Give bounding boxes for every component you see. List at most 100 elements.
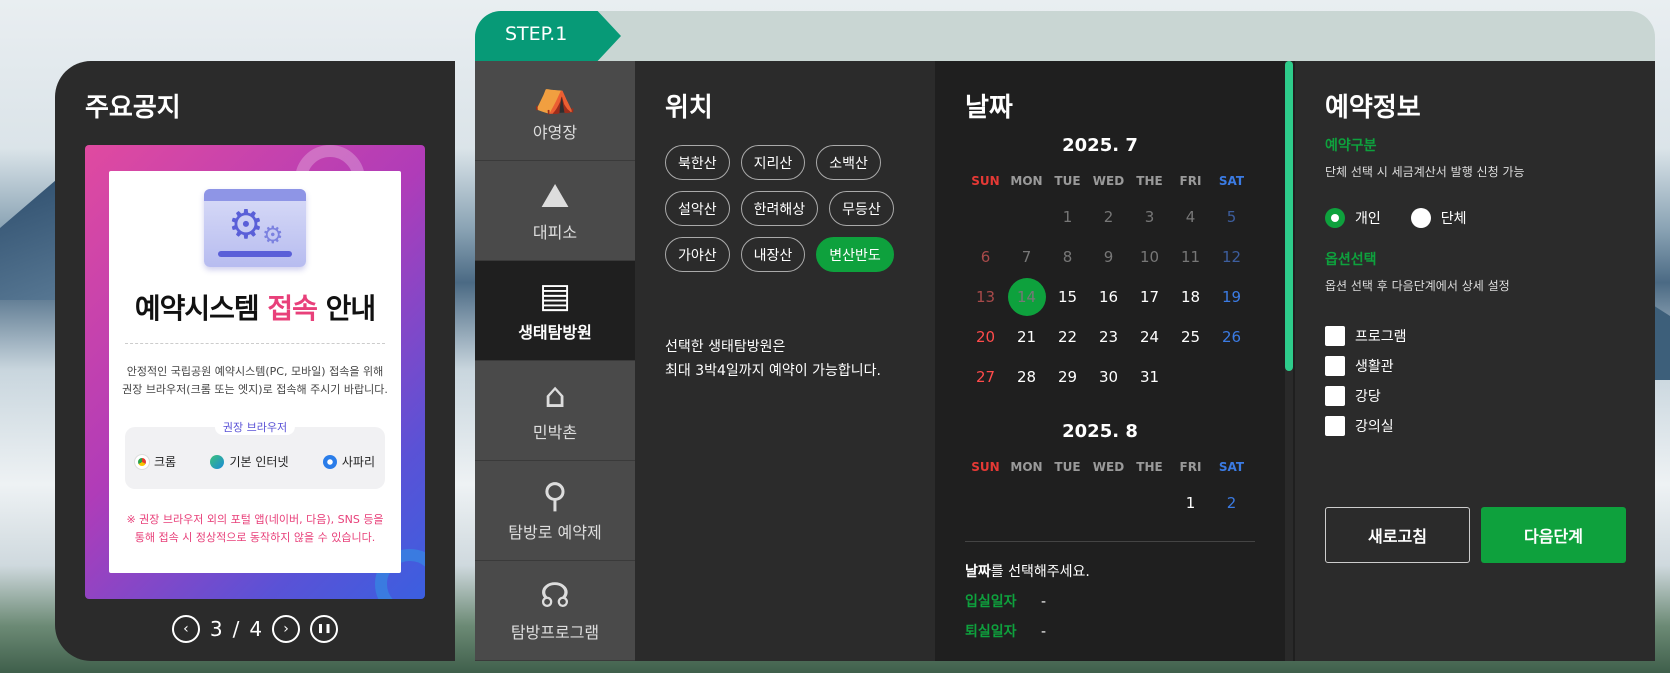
calendar-day[interactable]: 29 xyxy=(1047,357,1088,397)
calendar-day[interactable]: 28 xyxy=(1006,357,1047,397)
houses-icon: ⌂ xyxy=(544,375,566,416)
nav-item-campground[interactable]: ⛺ 야영장 xyxy=(475,61,635,161)
calendar-day[interactable]: 7 xyxy=(1006,237,1047,277)
location-chip[interactable]: 지리산 xyxy=(740,145,806,180)
calendar-day[interactable]: 6 xyxy=(965,237,1006,277)
date-panel: 날짜 2025. 7 SUN MON TUE WED THE FRI SAT 1 2 3 4 5 6 7 8… xyxy=(935,61,1295,661)
reservation-type-label: 예약구분 xyxy=(1325,138,1377,154)
option-label: 옵션선택 xyxy=(1325,252,1377,268)
calendar-day[interactable]: 25 xyxy=(1170,317,1211,357)
headset-icon: ☊ xyxy=(539,575,571,616)
next-icon[interactable]: › xyxy=(272,615,301,643)
calendar-day[interactable]: 16 xyxy=(1088,277,1129,317)
calendar-day[interactable]: 11 xyxy=(1170,237,1211,277)
location-chip[interactable]: 무등산 xyxy=(829,191,894,226)
calendar-empty-cell xyxy=(1088,483,1129,523)
calendar-day[interactable]: 8 xyxy=(1047,237,1088,277)
calendar-day[interactable]: 30 xyxy=(1088,357,1129,397)
option-auditorium[interactable]: 강당 xyxy=(1325,386,1407,406)
location-chip[interactable]: 소백산 xyxy=(816,145,881,180)
divider xyxy=(125,343,385,344)
pager-total: 4 xyxy=(249,617,263,641)
radio-individual[interactable]: 개인 xyxy=(1325,208,1381,228)
calendar-day[interactable]: 1 xyxy=(1047,197,1088,237)
radio-group[interactable]: 단체 xyxy=(1410,208,1467,228)
location-chip[interactable]: 설악산 xyxy=(665,191,730,226)
edge-icon xyxy=(210,454,225,469)
reservation-title: 예약정보 xyxy=(1325,93,1421,123)
nav-item-eco-center[interactable]: ▤ 생태탐방원 xyxy=(475,261,635,361)
weekday-label: WED xyxy=(1092,460,1125,474)
checkin-label: 입실일자 xyxy=(965,594,1017,610)
option-dormitory[interactable]: 생활관 xyxy=(1325,356,1407,376)
calendar-day[interactable]: 4 xyxy=(1170,197,1211,237)
pause-icon[interactable]: ❚❚ xyxy=(310,615,339,643)
weekday-label: THE xyxy=(1136,460,1163,474)
location-chip[interactable]: 가야산 xyxy=(665,237,730,272)
option-lecture-room[interactable]: 강의실 xyxy=(1325,416,1407,436)
date-selection-info: 날짜를 선택해주세요. 입실일자 - 퇴실일자 - xyxy=(965,557,1090,647)
pager-current: 3 xyxy=(209,617,223,641)
checkin-value: - xyxy=(1041,594,1047,610)
calendar-day[interactable]: 10 xyxy=(1129,237,1170,277)
calendar-day[interactable]: 26 xyxy=(1211,317,1252,357)
location-chip[interactable]: 변산반도 xyxy=(816,237,894,272)
option-program[interactable]: 프로그램 xyxy=(1325,326,1407,346)
prev-icon[interactable]: ‹ xyxy=(171,615,200,643)
option-checkboxes: 프로그램 생활관 강당 강의실 xyxy=(1325,326,1407,436)
calendar-scroll[interactable]: 2025. 7 SUN MON TUE WED THE FRI SAT 1 2 3 4 5 6 7 8 9 10… xyxy=(935,131,1265,601)
calendar-day[interactable]: 2 xyxy=(1088,197,1129,237)
month-title: 2025. 7 xyxy=(1062,135,1138,156)
calendar-day[interactable]: 27 xyxy=(965,357,1006,397)
nav-item-village[interactable]: ⌂ 민박촌 xyxy=(475,361,635,461)
calendar-day[interactable]: 9 xyxy=(1088,237,1129,277)
calendar-day[interactable]: 5 xyxy=(1211,197,1252,237)
reservation-type-desc: 단체 선택 시 세금계산서 발행 신청 가능 xyxy=(1325,165,1525,179)
calendar-day[interactable]: 22 xyxy=(1047,317,1088,357)
calendar-scrollbar[interactable] xyxy=(1285,61,1293,371)
next-step-button[interactable]: 다음단계 xyxy=(1481,507,1626,563)
calendar-day[interactable]: 14 xyxy=(1006,277,1047,317)
calendar-empty-cell xyxy=(1047,483,1088,523)
browser-chrome: 크롬 xyxy=(134,453,176,470)
calendar-empty-cell xyxy=(965,197,1006,237)
weekday-label: FRI xyxy=(1179,460,1202,474)
calendar-day[interactable]: 13 xyxy=(965,277,1006,317)
tent-icon: ⛺ xyxy=(533,75,577,116)
calendar-day[interactable]: 31 xyxy=(1129,357,1170,397)
recommended-browsers: 권장 브라우저 크롬 기본 인터넷 사파리 xyxy=(125,419,385,489)
notice-pager: ‹ 3 / 4 › ❚❚ xyxy=(55,615,455,643)
nav-item-program[interactable]: ☊ 탐방프로그램 xyxy=(475,561,635,661)
calendar-day[interactable]: 20 xyxy=(965,317,1006,357)
weekday-label: MON xyxy=(1010,460,1043,474)
calendar-day[interactable]: 24 xyxy=(1129,317,1170,357)
browser-edge: 기본 인터넷 xyxy=(210,453,288,470)
location-info: 선택한 생태탐방원은 최대 3박4일까지 예약이 가능합니다. xyxy=(665,339,881,379)
refresh-button[interactable]: 새로고침 xyxy=(1325,507,1470,563)
calendar-day[interactable]: 15 xyxy=(1047,277,1088,317)
calendar-day[interactable]: 17 xyxy=(1129,277,1170,317)
location-chip[interactable]: 북한산 xyxy=(665,145,730,180)
calendar-day[interactable]: 12 xyxy=(1211,237,1252,277)
nav-item-trail-reservation[interactable]: ⚲ 탐방로 예약제 xyxy=(475,461,635,561)
calendar-day[interactable]: 19 xyxy=(1211,277,1252,317)
location-chip[interactable]: 한려해상 xyxy=(740,191,819,226)
calendar-day[interactable]: 18 xyxy=(1170,277,1211,317)
calendar-day[interactable]: 3 xyxy=(1129,197,1170,237)
notice-banner[interactable]: ⚙ ⚙ 예약시스템 접속 안내 안정적인 국립공원 예약시스템(PC, 모바일)… xyxy=(85,145,425,599)
weekday-label: SAT xyxy=(1218,460,1245,474)
calendar-day[interactable]: 21 xyxy=(1006,317,1047,357)
nav-item-shelter[interactable]: ⛰ 대피소 xyxy=(475,161,635,261)
calendar-day[interactable]: 1 xyxy=(1170,483,1211,523)
calendar-day[interactable]: 2 xyxy=(1211,483,1252,523)
location-panel: 위치 북한산 지리산 소백산 설악산 한려해상 무등산 가야산 내장산 변산반도 선택한 생태탐… xyxy=(635,61,935,661)
divider xyxy=(965,541,1255,542)
weekday-label: FRI xyxy=(1179,174,1202,188)
mountain-hut-icon: ⛰ xyxy=(540,175,570,216)
weekday-label: TUE xyxy=(1054,174,1081,188)
weekday-label: WED xyxy=(1092,174,1125,188)
calendar-month-august: 2025. 8 SUN MON TUE WED THE FRI SAT 1 2 xyxy=(935,417,1265,523)
location-chips: 북한산 지리산 소백산설악산 한려해상 무등산가야산 내장산 변산반도 xyxy=(665,145,915,272)
location-chip[interactable]: 내장산 xyxy=(740,237,806,272)
calendar-day[interactable]: 23 xyxy=(1088,317,1129,357)
